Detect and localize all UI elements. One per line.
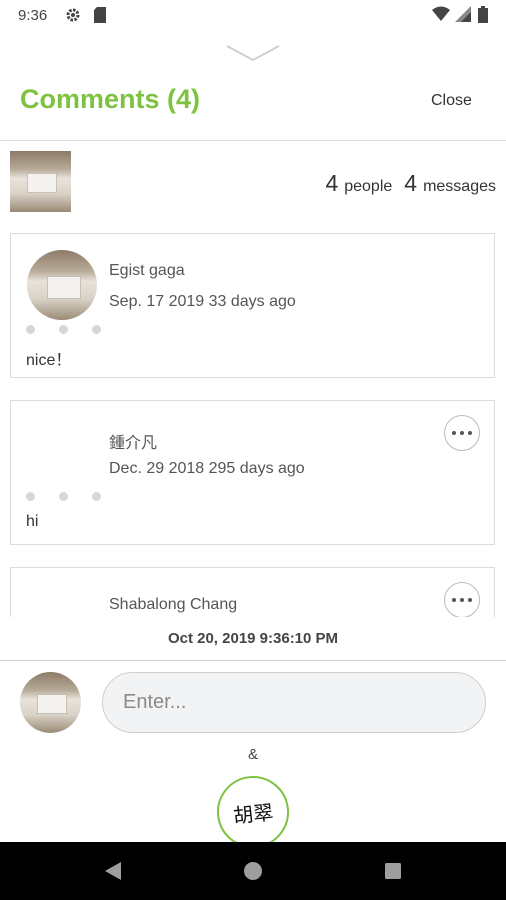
header-divider	[0, 140, 506, 141]
comment-card: Shabalong Chang	[10, 567, 495, 617]
separator-text: &	[247, 746, 258, 763]
comment-card: Egist gaga Sep. 17 2019 33 days ago nice…	[10, 233, 495, 378]
recents-icon[interactable]	[384, 862, 402, 880]
footer-divider	[0, 660, 506, 661]
rating-dots	[26, 325, 101, 334]
gear-icon	[66, 8, 80, 22]
messages-label: messages	[423, 178, 496, 195]
rating-dots	[26, 492, 101, 501]
user-avatar	[20, 672, 81, 733]
signal-icon	[455, 6, 471, 22]
current-timestamp: Oct 20, 2019 9:36:10 PM	[167, 630, 339, 647]
close-button[interactable]: Close	[431, 92, 472, 110]
comment-input[interactable]	[102, 672, 486, 733]
messages-count: 4	[404, 170, 418, 196]
people-count: 4	[325, 170, 339, 196]
navigation-bar	[0, 842, 506, 900]
page-title: Comments (4)	[20, 84, 201, 114]
comment-date: Sep. 17 2019 33 days ago	[109, 293, 296, 310]
comment-stats: 4 people 4 messages	[325, 170, 496, 197]
status-time: 9:36	[18, 7, 48, 24]
avatar[interactable]	[27, 250, 97, 320]
post-thumbnail[interactable]	[10, 151, 71, 212]
chevron-down-icon[interactable]	[226, 44, 280, 62]
status-bar: 9:36	[0, 0, 506, 32]
back-icon[interactable]	[103, 861, 123, 881]
app-logo[interactable]: 胡翠	[213, 772, 293, 852]
people-label: people	[344, 178, 393, 195]
comment-text: hi	[26, 513, 39, 530]
comment-list[interactable]: Egist gaga Sep. 17 2019 33 days ago nice…	[0, 222, 506, 617]
battery-icon	[478, 6, 488, 23]
comment-text: nice！	[26, 352, 72, 369]
comment-date: Dec. 29 2018 295 days ago	[109, 460, 305, 477]
comment-author: 鍾介凡	[109, 435, 158, 452]
comment-card: 鍾介凡 Dec. 29 2018 295 days ago hi	[10, 400, 495, 545]
home-icon[interactable]	[243, 861, 263, 881]
sd-card-icon	[94, 7, 106, 23]
more-options-icon[interactable]	[444, 582, 480, 617]
logo-text: 胡翠	[232, 799, 275, 828]
comment-author: Egist gaga	[109, 262, 185, 279]
more-options-icon[interactable]	[444, 415, 480, 451]
comment-author: Shabalong Chang	[109, 596, 238, 613]
wifi-icon	[432, 6, 450, 21]
